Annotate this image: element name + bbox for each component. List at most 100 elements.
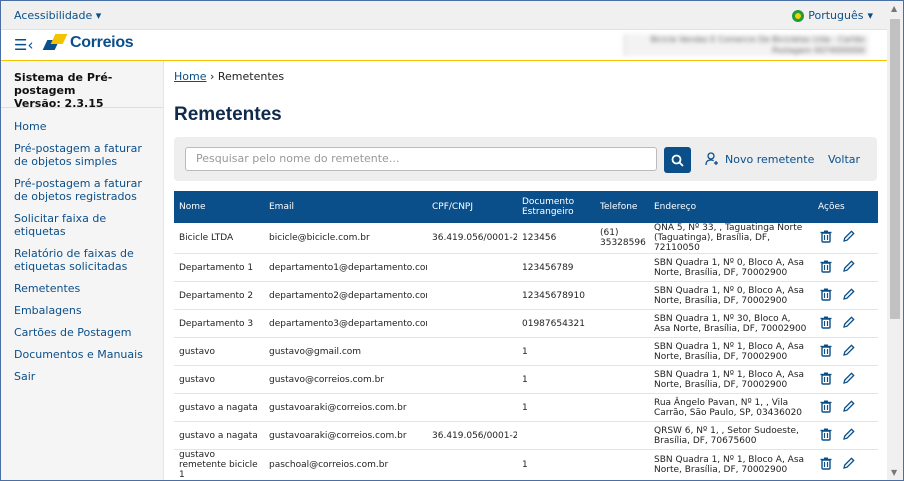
sidebar-item-home[interactable]: Home — [1, 120, 163, 133]
delete-icon[interactable] — [820, 260, 832, 276]
sidebar-item-solicitar-faixa[interactable]: Solicitar faixa de etiquetas — [1, 212, 163, 238]
cell-cpf — [427, 309, 517, 338]
delete-icon[interactable] — [820, 400, 832, 416]
delete-icon[interactable] — [820, 288, 832, 304]
language-selector[interactable]: Português ▾ — [792, 9, 873, 22]
cell-endereco: SBN Quadra 1, Nº 1, Bloco A, Asa Norte, … — [649, 337, 813, 366]
scrollbar-thumb[interactable] — [890, 19, 900, 319]
browser-frame: Acessibilidade ▾ Português ▾ ☰‹ Correios… — [0, 0, 904, 481]
cell-endereco: QRSW 6, Nº 1, , Setor Sudoeste, Brasília… — [649, 421, 813, 450]
main-content: Home › Remetentes Remetentes Pesquisar p… — [164, 61, 887, 480]
accessibility-label: Acessibilidade — [14, 9, 93, 22]
edit-icon[interactable] — [842, 399, 855, 416]
delete-icon[interactable] — [820, 316, 832, 332]
cell-endereco: SBN Quadra 1, Nº 0, Bloco A, Asa Norte, … — [649, 253, 813, 282]
user-info: Bicicle Vendas E Comercio De Bicicletas … — [624, 34, 869, 56]
table-row: gustavo remetente bicicle 1 paschoal@corr… — [174, 449, 878, 480]
cell-documento: 1 — [517, 365, 595, 394]
cell-endereco: SBN Quadra 1, Nº 1, Bloco A, Asa Norte, … — [649, 365, 813, 394]
cell-nome: gustavo — [174, 365, 264, 394]
accessibility-menu[interactable]: Acessibilidade ▾ — [14, 9, 101, 22]
delete-icon[interactable] — [820, 344, 832, 360]
edit-icon[interactable] — [842, 259, 855, 276]
edit-icon[interactable] — [842, 457, 855, 473]
sidebar-item-relatorio[interactable]: Relatório de faixas de etiquetas solicit… — [1, 247, 163, 273]
edit-icon[interactable] — [842, 427, 855, 444]
cell-cpf — [427, 253, 517, 282]
scroll-down-icon[interactable]: ▼ — [891, 468, 897, 477]
cell-cpf — [427, 337, 517, 366]
edit-icon[interactable] — [842, 343, 855, 360]
cell-acoes — [813, 421, 878, 450]
delete-icon[interactable] — [820, 457, 832, 473]
delete-icon[interactable] — [820, 372, 832, 388]
row-actions — [818, 230, 873, 246]
row-actions — [818, 457, 873, 473]
back-button[interactable]: Voltar — [828, 153, 860, 166]
cell-email: departamento2@departamento.com — [264, 281, 427, 310]
table-row: Departamento 3 departamento3@departamento… — [174, 309, 878, 338]
cell-nome: gustavo remetente bicicle 1 — [174, 449, 264, 480]
cell-nome: gustavo — [174, 337, 264, 366]
search-icon — [671, 154, 684, 167]
sidebar-item-documentos[interactable]: Documentos e Manuais — [1, 348, 163, 361]
cell-nome: Departamento 1 — [174, 253, 264, 282]
header: ☰‹ Correios Bicicle Vendas E Comercio De… — [1, 30, 887, 62]
edit-icon[interactable] — [842, 287, 855, 304]
cell-nome: gustavo a nagata — [174, 421, 264, 450]
table-row: Bicicle LTDA bicicle@bicicle.com.br 36.419… — [174, 223, 878, 254]
system-info: Sistema de Pré-postagem Versão: 2.3.15 — [1, 61, 163, 110]
cell-telefone — [595, 421, 649, 450]
sidebar-item-embalagens[interactable]: Embalagens — [1, 304, 163, 317]
cell-documento: 1 — [517, 337, 595, 366]
new-sender-button[interactable]: Novo remetente — [705, 152, 814, 166]
cell-documento: 12345678910 — [517, 281, 595, 310]
search-button[interactable] — [664, 147, 691, 173]
senders-table: Nome Email CPF/CNPJ Documento Estrangeir… — [174, 191, 878, 480]
breadcrumb-separator: › — [209, 70, 215, 83]
edit-icon[interactable] — [842, 230, 855, 246]
sidebar-item-simples[interactable]: Pré-postagem a faturar de objetos simple… — [1, 142, 163, 168]
breadcrumb-current: Remetentes — [217, 70, 285, 83]
cell-nome: gustavo a nagata — [174, 393, 264, 422]
cell-cpf — [427, 449, 517, 480]
col-header-endereco: Endereço — [649, 191, 813, 223]
table-row: gustavo a nagata gustavoaraki@correios.co… — [174, 421, 878, 450]
delete-icon[interactable] — [820, 230, 832, 246]
cell-email: departamento1@departamento.com — [264, 253, 427, 282]
cell-acoes — [813, 223, 878, 254]
search-input[interactable]: Pesquisar pelo nome do remetente... — [185, 147, 657, 171]
col-header-acoes: Ações — [813, 191, 878, 223]
sidebar-item-sair[interactable]: Sair — [1, 370, 163, 383]
cell-email: departamento3@departamento.com — [264, 309, 427, 338]
cell-acoes — [813, 365, 878, 394]
cell-email: paschoal@correios.com.br — [264, 449, 427, 480]
delete-icon[interactable] — [820, 428, 832, 444]
language-label: Português — [808, 9, 864, 22]
cell-telefone — [595, 309, 649, 338]
breadcrumb: Home › Remetentes — [174, 70, 284, 83]
brazil-flag-icon — [792, 9, 805, 22]
cell-acoes — [813, 253, 878, 282]
cell-endereco: SBN Quadra 1, Nº 0, Bloco A, Asa Norte, … — [649, 281, 813, 310]
row-actions — [818, 427, 873, 444]
scroll-up-icon[interactable]: ▲ — [891, 4, 897, 13]
cell-nome: Departamento 2 — [174, 281, 264, 310]
sidebar-item-remetentes[interactable]: Remetentes — [1, 282, 163, 295]
row-actions — [818, 371, 873, 388]
new-sender-label: Novo remetente — [725, 152, 815, 166]
edit-icon[interactable] — [842, 315, 855, 332]
cell-telefone: (61) 35328596 — [595, 223, 649, 254]
scrollbar[interactable]: ▲ ▼ — [887, 1, 903, 480]
edit-icon[interactable] — [842, 371, 855, 388]
row-actions — [818, 287, 873, 304]
cell-cpf — [427, 365, 517, 394]
sidebar-item-registrados[interactable]: Pré-postagem a faturar de objetos regist… — [1, 177, 163, 203]
breadcrumb-home-link[interactable]: Home — [174, 70, 206, 83]
cell-acoes — [813, 281, 878, 310]
correios-logo[interactable]: Correios — [42, 34, 134, 52]
sidebar-item-cartoes[interactable]: Cartões de Postagem — [1, 326, 163, 339]
menu-collapse-icon[interactable]: ☰‹ — [14, 36, 33, 54]
col-header-telefone: Telefone — [595, 191, 649, 223]
cell-telefone — [595, 449, 649, 480]
